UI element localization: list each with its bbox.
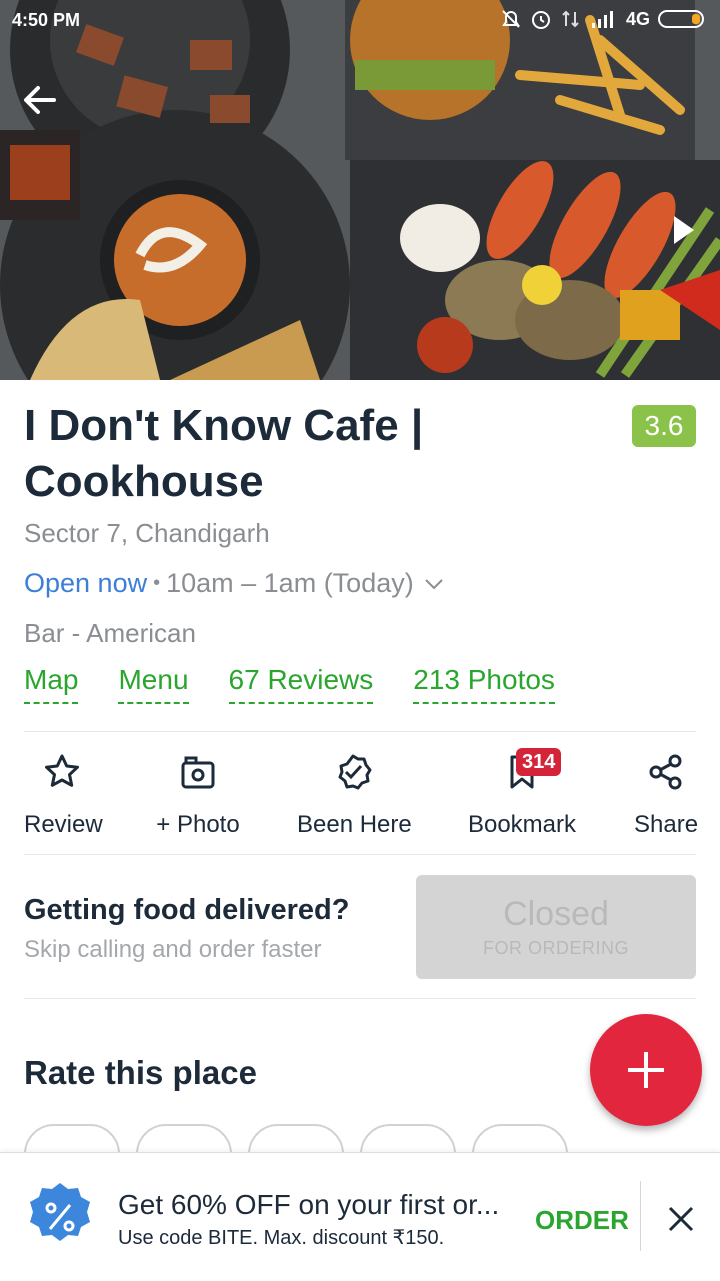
rate-option-1[interactable] [24, 1124, 120, 1152]
add-fab-button[interactable] [590, 1014, 702, 1126]
review-button[interactable]: Review [24, 752, 103, 839]
chevron-down-icon[interactable] [422, 572, 446, 596]
camera-icon [181, 756, 215, 789]
hero-image[interactable]: 4:50 PM 4G [0, 0, 720, 380]
rate-option-4[interactable] [360, 1124, 456, 1152]
food-photo [0, 0, 720, 380]
promo-bar: Get 60% OFF on your first or... Use code… [0, 1152, 720, 1281]
share-label: Share [634, 811, 699, 838]
rating-badge[interactable]: 3.6 [632, 405, 696, 447]
restaurant-name: I Don't Know Cafe | Cookhouse [24, 401, 424, 506]
divider [24, 854, 696, 855]
rate-option-5[interactable] [472, 1124, 568, 1152]
bookmark-count-badge: 314 [516, 748, 562, 776]
map-link[interactable]: Map [24, 664, 79, 704]
bookmark-label: Bookmark [467, 811, 577, 838]
promo-subtext: Use code BITE. Max. discount ₹150. [118, 1227, 445, 1249]
share-icon [649, 754, 682, 790]
signal-icon [591, 11, 613, 28]
back-arrow-icon[interactable] [18, 78, 62, 122]
hours-text: 10am – 1am (Today) [166, 568, 414, 598]
open-status: Open now [24, 568, 148, 598]
rating-options [24, 1124, 696, 1152]
alarm-icon [531, 11, 550, 29]
delivery-subtitle: Skip calling and order faster [24, 936, 322, 963]
add-photo-label: + Photo [156, 811, 240, 838]
promo-headline: Get 60% OFF on your first or... [118, 1189, 500, 1220]
vertical-divider [640, 1181, 641, 1251]
photos-link[interactable]: 213 Photos [413, 664, 555, 704]
star-outline-icon [45, 754, 79, 787]
check-badge-icon [338, 754, 372, 790]
been-here-label: Been Here [297, 811, 412, 838]
status-time: 4:50 PM [12, 10, 81, 30]
divider [24, 731, 696, 732]
delivery-title: Getting food delivered? [24, 894, 350, 926]
closed-label: Closed [503, 895, 609, 933]
action-row: Review + Photo Been Here Bookmark Share [0, 752, 720, 852]
cuisine-type: Bar - American [24, 618, 196, 648]
been-here-button[interactable]: Been Here [297, 752, 412, 839]
quick-links: Map Menu 67 Reviews 213 Photos [24, 664, 555, 704]
rate-title: Rate this place [24, 1054, 257, 1091]
add-photo-button[interactable]: + Photo [156, 752, 240, 839]
menu-link[interactable]: Menu [118, 664, 189, 704]
separator-dot: • [153, 572, 161, 594]
mute-bell-icon [502, 10, 520, 28]
review-label: Review [24, 811, 103, 838]
discount-badge-icon [30, 1183, 90, 1241]
order-button[interactable]: ORDER [535, 1205, 629, 1236]
data-arrows-icon [562, 10, 579, 28]
for-ordering-label: FOR ORDERING [482, 938, 629, 958]
status-icons: 4G [500, 8, 708, 30]
reviews-link[interactable]: 67 Reviews [228, 664, 374, 704]
order-closed-button[interactable]: Closed FOR ORDERING [416, 875, 696, 979]
opening-hours[interactable]: Open now • 10am – 1am (Today) [24, 568, 446, 599]
battery-icon [658, 10, 704, 28]
network-type: 4G [625, 8, 650, 29]
divider [24, 998, 696, 999]
share-button[interactable]: Share [634, 752, 698, 839]
restaurant-location: Sector 7, Chandigarh [24, 518, 270, 548]
rate-option-3[interactable] [248, 1124, 344, 1152]
rate-option-2[interactable] [136, 1124, 232, 1152]
close-icon[interactable] [665, 1203, 697, 1235]
next-photo-icon[interactable] [670, 212, 698, 248]
status-bar: 4:50 PM 4G [0, 0, 720, 40]
